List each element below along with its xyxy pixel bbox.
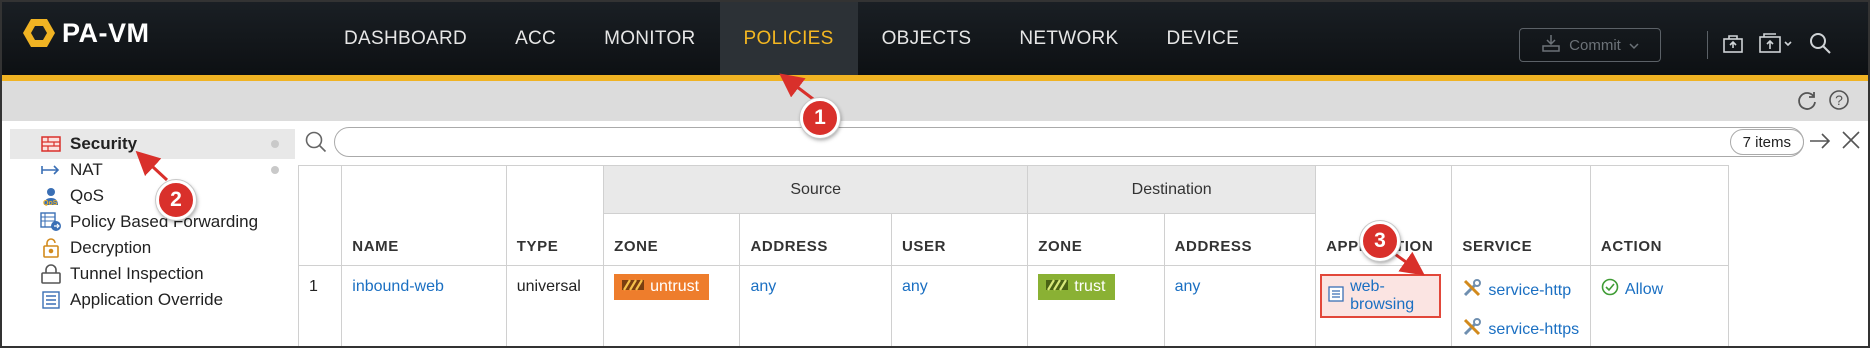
logo-mark-icon	[22, 16, 56, 50]
zone-label: untrust	[650, 278, 700, 295]
column-header-source-user[interactable]: USER	[890, 213, 1029, 266]
column-header-action[interactable]: ACTION	[1589, 165, 1730, 266]
service-wrench-icon	[1462, 278, 1482, 303]
callout-badge-1: 1	[800, 98, 840, 138]
service-link[interactable]: service-https	[1488, 321, 1579, 339]
rule-type: universal	[505, 265, 605, 346]
application-icon	[1328, 285, 1344, 307]
commit-icon	[1541, 33, 1561, 57]
zone-icon	[1046, 278, 1069, 297]
status-dot	[271, 166, 279, 174]
check-circle-icon	[1601, 278, 1619, 301]
nav-dashboard[interactable]: DASHBOARD	[320, 2, 491, 75]
pbf-icon	[38, 211, 64, 233]
source-address-link[interactable]: any	[750, 278, 776, 295]
svg-text:QoS: QoS	[43, 200, 58, 206]
sidebar-item-label: Tunnel Inspection	[70, 264, 204, 283]
nav-policies[interactable]: POLICIES	[719, 2, 858, 75]
sidebar-item-label: Security	[70, 134, 138, 153]
clear-filter-icon[interactable]	[1840, 129, 1862, 156]
decryption-lock-icon	[38, 237, 64, 259]
commit-label: Commit	[1569, 36, 1621, 54]
nav-device[interactable]: DEVICE	[1143, 2, 1264, 75]
config-lock-icon[interactable]	[1722, 32, 1744, 59]
callout-badge-3: 3	[1360, 221, 1400, 261]
filter-bar: 7 items	[298, 121, 1868, 165]
toolbar: ?	[2, 81, 1868, 121]
row-number-header	[297, 165, 343, 266]
tunnel-icon	[38, 263, 64, 285]
column-header-source-address[interactable]: ADDRESS	[739, 213, 892, 266]
zone-label: trust	[1074, 278, 1106, 295]
sidebar-item-label: Decryption	[70, 238, 152, 257]
svg-text:?: ?	[1835, 92, 1843, 108]
search-icon	[304, 130, 328, 159]
application-cell-highlight[interactable]: web-browsing	[1320, 274, 1442, 318]
qos-icon: QoS	[38, 185, 64, 207]
filter-input[interactable]	[334, 127, 1804, 157]
app-title: PA-VM	[62, 17, 150, 48]
column-header-destination-zone[interactable]: ZONE	[1027, 213, 1165, 266]
search-icon[interactable]	[1808, 31, 1832, 60]
action-allow[interactable]: Allow	[1601, 278, 1719, 301]
apply-filter-arrow-icon[interactable]	[1808, 129, 1832, 158]
service-link[interactable]: service-http	[1488, 282, 1571, 300]
destination-zone-tag[interactable]: trust	[1038, 274, 1116, 300]
nat-arrow-icon	[38, 159, 64, 181]
column-group-destination: Destination	[1027, 165, 1317, 214]
source-user-link[interactable]: any	[902, 278, 928, 295]
commit-button[interactable]: Commit	[1519, 28, 1661, 62]
nav-acc[interactable]: ACC	[491, 2, 580, 75]
app-override-icon	[38, 289, 64, 311]
column-group-source: Source	[603, 165, 1029, 214]
logo: PA-VM	[22, 16, 150, 50]
service-item[interactable]: service-http	[1462, 278, 1580, 303]
column-header-type[interactable]: TYPE	[505, 165, 605, 266]
help-icon[interactable]: ?	[1828, 89, 1850, 116]
service-wrench-icon	[1462, 317, 1482, 342]
chevron-down-icon	[1629, 37, 1639, 54]
action-label: Allow	[1624, 280, 1664, 298]
table-row[interactable]: 1 inbound-web universal untrust any any	[297, 265, 1868, 346]
security-rules-table: NAME TYPE Source Destination APPLICATION…	[297, 165, 1868, 346]
row-number: 1	[297, 265, 343, 346]
application-link[interactable]: web-browsing	[1350, 278, 1433, 314]
save-config-icon[interactable]	[1758, 32, 1794, 59]
main-nav: DASHBOARD ACC MONITOR POLICIES OBJECTS N…	[320, 2, 1263, 75]
column-header-name[interactable]: NAME	[341, 165, 507, 266]
sidebar-item-label: Application Override	[70, 290, 224, 309]
column-header-destination-address[interactable]: ADDRESS	[1163, 213, 1317, 266]
policy-sidebar: Security NAT QoS QoS Policy Based Forwar…	[2, 121, 298, 346]
items-count-badge: 7 items	[1729, 129, 1804, 155]
nav-objects[interactable]: OBJECTS	[858, 2, 996, 75]
rule-name-link[interactable]: inbound-web	[352, 278, 444, 295]
service-item[interactable]: service-https	[1462, 317, 1580, 342]
security-rule-icon	[38, 133, 64, 155]
nav-network[interactable]: NETWORK	[995, 2, 1142, 75]
destination-address-link[interactable]: any	[1175, 278, 1201, 295]
zone-icon	[622, 278, 645, 297]
nav-monitor[interactable]: MONITOR	[580, 2, 719, 75]
app-window: PA-VM DASHBOARD ACC MONITOR POLICIES OBJ…	[0, 0, 1870, 348]
callout-badge-2: 2	[156, 180, 196, 220]
column-header-service[interactable]: SERVICE	[1451, 165, 1591, 266]
divider	[1707, 31, 1708, 59]
refresh-icon[interactable]	[1796, 89, 1818, 116]
sidebar-item-label: NAT	[70, 160, 103, 179]
source-zone-tag[interactable]: untrust	[614, 274, 710, 300]
column-header-source-zone[interactable]: ZONE	[603, 213, 741, 266]
status-dot	[271, 140, 279, 148]
top-navbar: PA-VM DASHBOARD ACC MONITOR POLICIES OBJ…	[2, 2, 1868, 75]
top-right-icons	[1707, 28, 1832, 62]
sidebar-item-label: QoS	[70, 186, 105, 205]
sidebar-item-application-override[interactable]: Application Override	[10, 285, 295, 315]
